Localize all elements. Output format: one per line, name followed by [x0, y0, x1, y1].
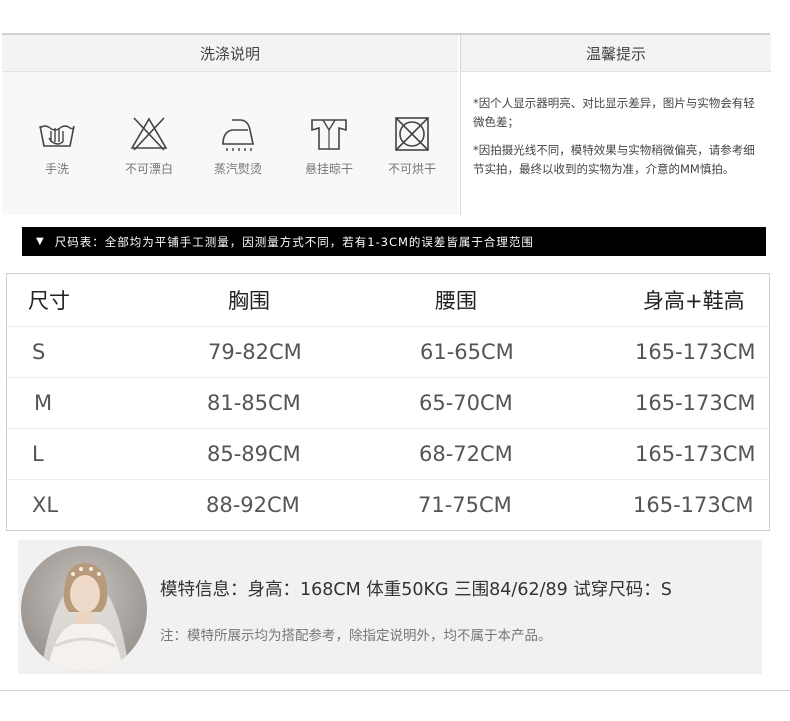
cell-size: XL: [32, 492, 59, 517]
cell-size: M: [34, 390, 53, 415]
hand-wash-icon: [39, 125, 75, 147]
header-waist: 腰围: [435, 289, 477, 313]
tips-body: *因个人显示器明亮、对比显示差异，图片与实物会有轻微色差； *因拍摄光线不同，模…: [461, 72, 771, 215]
cell-height: 165-173CM: [635, 390, 756, 415]
wash-label: 不可漂白: [124, 162, 173, 176]
cell-height: 165-173CM: [635, 339, 756, 364]
size-chart-banner-text: 尺码表：全部均为平铺手工测量，因测量方式不同，若有1-3CM的误差皆属于合理范围: [54, 234, 534, 249]
cell-waist: 68-72CM: [419, 441, 513, 466]
wash-label: 悬挂晾干: [304, 162, 353, 176]
wash-item-no-tumble-dry: 不可烘干: [372, 116, 452, 177]
cell-bust: 79-82CM: [208, 339, 302, 364]
cell-waist: 61-65CM: [420, 339, 514, 364]
table-row: M 81-85CM 65-70CM 165-173CM: [7, 377, 769, 429]
wash-item-steam-iron: 蒸汽熨烫: [198, 116, 278, 177]
model-measurements: 模特信息：身高：168CM 体重50KG 三围84/62/89 试穿尺码：S: [160, 580, 672, 600]
triangle-down-icon: ▼: [36, 236, 45, 247]
wash-item-no-bleach: 不可漂白: [109, 116, 189, 177]
no-bleach-icon: [130, 117, 168, 151]
header-height: 身高+鞋高: [643, 289, 745, 313]
size-chart-banner: ▼ 尺码表：全部均为平铺手工测量，因测量方式不同，若有1-3CM的误差皆属于合理…: [22, 227, 766, 256]
tips-title: 温馨提示: [461, 35, 771, 72]
wash-label: 不可烘干: [387, 162, 436, 176]
cell-waist: 71-75CM: [418, 492, 512, 517]
table-row: L 85-89CM 68-72CM 165-173CM: [7, 428, 769, 480]
wash-instructions-panel: 洗涤说明 手洗 不可漂白 蒸汽熨烫 悬挂晾干 不可烘干: [2, 35, 458, 215]
tips-paragraph: *因拍摄光线不同，模特效果与实物稍微偏亮，请参考细节实拍，最终以收到的实物为准，…: [473, 143, 755, 176]
cell-waist: 65-70CM: [419, 390, 513, 415]
wash-instructions-title: 洗涤说明: [2, 35, 458, 72]
hang-dry-icon: [311, 119, 347, 150]
table-row: XL 88-92CM 71-75CM 165-173CM: [7, 479, 769, 530]
cell-size: L: [32, 441, 44, 466]
cell-bust: 81-85CM: [207, 390, 301, 415]
model-photo: [21, 546, 147, 672]
wash-item-hand-wash: 手洗: [17, 116, 97, 177]
wash-item-hang-dry: 悬挂晾干: [289, 116, 369, 177]
cell-height: 165-173CM: [633, 492, 754, 517]
wash-label: 蒸汽熨烫: [213, 162, 262, 176]
steam-iron-icon: [222, 119, 254, 151]
tips-panel: 温馨提示 *因个人显示器明亮、对比显示差异，图片与实物会有轻微色差； *因拍摄光…: [460, 35, 771, 215]
cell-bust: 88-92CM: [206, 492, 300, 517]
header-size: 尺寸: [28, 289, 70, 313]
cell-bust: 85-89CM: [207, 441, 301, 466]
header-bust: 胸围: [228, 289, 270, 313]
size-table: 尺寸 胸围 腰围 身高+鞋高 S 79-82CM 61-65CM 165-173…: [6, 273, 770, 531]
table-row: S 79-82CM 61-65CM 165-173CM: [7, 326, 769, 378]
wash-label: 手洗: [44, 162, 69, 176]
bottom-divider: [0, 690, 790, 691]
care-section: 洗涤说明 手洗 不可漂白 蒸汽熨烫 悬挂晾干 不可烘干 温馨提示 *因个人显示器…: [2, 33, 771, 215]
model-disclaimer: 注：模特所展示均为搭配参考，除指定说明外，均不属于本产品。: [160, 628, 552, 644]
size-table-header: 尺寸 胸围 腰围 身高+鞋高: [7, 274, 769, 327]
tips-paragraph: *因个人显示器明亮、对比显示差异，图片与实物会有轻微色差；: [473, 96, 755, 129]
no-tumble-dry-icon: [395, 117, 429, 151]
cell-height: 165-173CM: [635, 441, 756, 466]
wash-icons-row: 手洗 不可漂白 蒸汽熨烫 悬挂晾干 不可烘干: [2, 72, 458, 215]
model-info-panel: 模特信息：身高：168CM 体重50KG 三围84/62/89 试穿尺码：S 注…: [18, 540, 762, 674]
cell-size: S: [32, 339, 46, 364]
